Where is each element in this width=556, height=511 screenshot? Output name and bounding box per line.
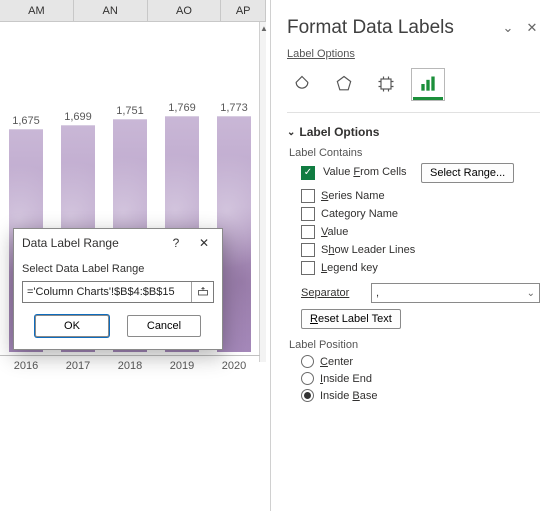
separator-label: Separator — [301, 287, 361, 299]
x-axis-label: 2018 — [104, 356, 156, 379]
separator-value: , — [376, 287, 379, 299]
data-label[interactable]: 1,751 — [116, 105, 144, 117]
col-header[interactable]: AP — [221, 0, 266, 21]
series-name-label: Series Name — [321, 190, 385, 202]
format-data-labels-pane: Format Data Labels ⌄ ✕ Label Options ⌄ L… — [270, 0, 556, 511]
pane-title: Format Data Labels — [287, 17, 496, 39]
effects-tab-icon[interactable] — [329, 70, 359, 100]
dialog-titlebar[interactable]: Data Label Range ? ✕ — [14, 229, 222, 257]
chevron-down-icon[interactable]: ⌄ — [496, 16, 520, 40]
chevron-down-icon: ⌄ — [527, 288, 535, 299]
legend-key-checkbox[interactable] — [301, 261, 315, 275]
position-center-radio[interactable] — [301, 355, 314, 368]
dialog-prompt: Select Data Label Range — [22, 263, 214, 275]
chart-x-axis: 20162017201820192020 — [0, 355, 260, 379]
col-header[interactable]: AM — [0, 0, 74, 21]
column-header-row: AM AN AO AP — [0, 0, 266, 22]
show-leader-lines-checkbox[interactable] — [301, 243, 315, 257]
x-axis-label: 2019 — [156, 356, 208, 379]
value-from-cells-checkbox[interactable] — [301, 166, 315, 180]
col-header[interactable]: AO — [148, 0, 222, 21]
category-name-checkbox[interactable] — [301, 207, 315, 221]
col-header[interactable]: AN — [74, 0, 148, 21]
position-inside-end-label: Inside End — [320, 373, 372, 385]
data-label[interactable]: 1,769 — [168, 102, 196, 114]
position-center-label: Center — [320, 356, 353, 368]
x-axis-label: 2017 — [52, 356, 104, 379]
close-icon[interactable]: ✕ — [520, 16, 544, 40]
data-label[interactable]: 1,773 — [220, 102, 248, 114]
value-from-cells-label: Value From Cells — [323, 166, 413, 179]
collapse-dialog-icon[interactable] — [191, 282, 213, 302]
section-title: Label Options — [299, 125, 379, 139]
position-inside-base-radio[interactable] — [301, 389, 314, 402]
close-icon[interactable]: ✕ — [190, 231, 218, 255]
chart-options-tab-icon[interactable] — [413, 70, 443, 100]
help-button[interactable]: ? — [162, 231, 190, 255]
range-input-group — [22, 281, 214, 303]
range-input[interactable] — [23, 282, 191, 302]
separator-dropdown[interactable]: , ⌄ — [371, 283, 540, 303]
label-position-heading: Label Position — [289, 339, 540, 351]
chevron-down-icon: ⌄ — [287, 127, 295, 138]
cancel-button[interactable]: Cancel — [127, 315, 201, 337]
pane-subtitle[interactable]: Label Options — [271, 48, 556, 60]
show-leader-lines-label: Show Leader Lines — [321, 244, 415, 256]
x-axis-label: 2020 — [208, 356, 260, 379]
legend-key-label: Legend key — [321, 262, 378, 274]
label-contains-heading: Label Contains — [289, 147, 540, 159]
scroll-up-icon[interactable]: ▲ — [260, 24, 266, 33]
value-checkbox[interactable] — [301, 225, 315, 239]
dialog-title: Data Label Range — [22, 236, 162, 250]
size-tab-icon[interactable] — [371, 70, 401, 100]
option-tabs — [271, 60, 556, 106]
fill-tab-icon[interactable] — [287, 70, 317, 100]
data-label[interactable]: 1,675 — [12, 115, 40, 127]
series-name-checkbox[interactable] — [301, 189, 315, 203]
reset-label-text-button[interactable]: Reset Label Text — [301, 309, 401, 329]
x-axis-label: 2016 — [0, 356, 52, 379]
data-label-range-dialog: Data Label Range ? ✕ Select Data Label R… — [13, 228, 223, 350]
position-inside-end-radio[interactable] — [301, 372, 314, 385]
data-label[interactable]: 1,699 — [64, 111, 92, 123]
label-options-section-header[interactable]: ⌄ Label Options — [287, 125, 540, 139]
category-name-label: Category Name — [321, 208, 398, 220]
vertical-scrollbar[interactable]: ▲ — [259, 22, 266, 362]
ok-button[interactable]: OK — [35, 315, 109, 337]
position-inside-base-label: Inside Base — [320, 390, 378, 402]
value-label: Value — [321, 226, 348, 238]
select-range-button[interactable]: Select Range... — [421, 163, 514, 183]
